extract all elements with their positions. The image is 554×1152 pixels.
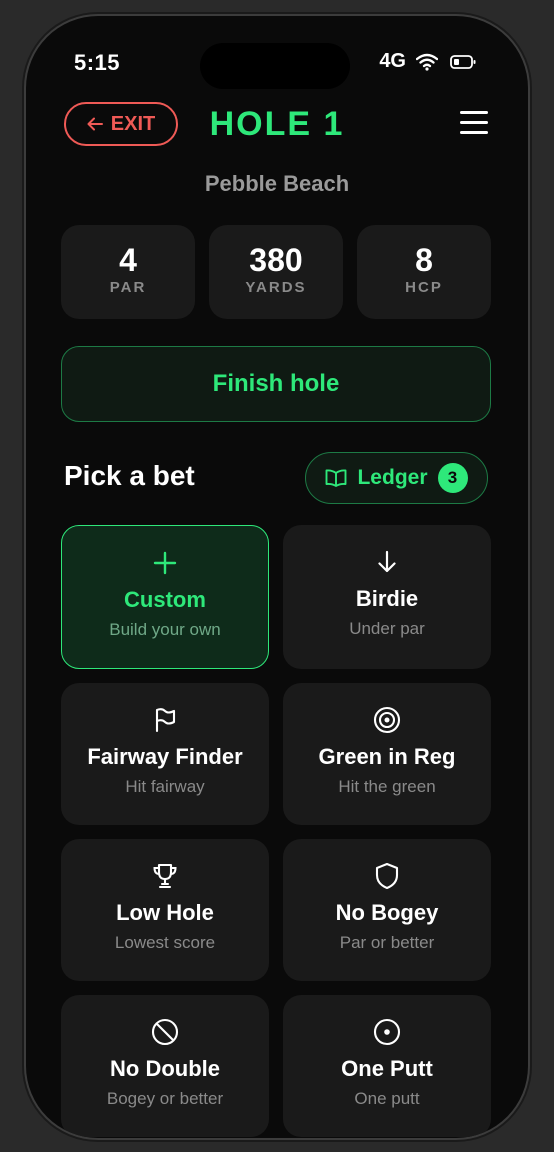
bet-name: Fairway Finder bbox=[87, 744, 243, 769]
bet-subtitle: One putt bbox=[354, 1089, 420, 1108]
bet-subtitle: Bogey or better bbox=[106, 1089, 224, 1108]
ledger-button[interactable]: Ledger 3 bbox=[305, 452, 488, 504]
menu-icon[interactable] bbox=[460, 111, 488, 137]
bet-card-one-putt[interactable]: One Putt One putt bbox=[283, 995, 491, 1137]
pick-bet-heading: Pick a bet bbox=[64, 460, 195, 491]
shield-icon bbox=[375, 862, 399, 890]
screen: 5:15 4G EXIT HOLE 1 Pebble Beach 4 PAR 3… bbox=[26, 16, 528, 1138]
stat-label: YARDS bbox=[245, 279, 307, 296]
stat-value: 8 bbox=[415, 242, 433, 278]
bet-subtitle: Par or better bbox=[339, 933, 435, 952]
bet-card-no-bogey[interactable]: No Bogey Par or better bbox=[283, 839, 491, 981]
network-label: 4G bbox=[379, 50, 406, 72]
ledger-label: Ledger bbox=[357, 466, 428, 489]
bet-subtitle: Build your own bbox=[109, 620, 221, 639]
battery-icon bbox=[450, 55, 476, 69]
bet-card-fairway-finder[interactable]: Fairway Finder Hit fairway bbox=[61, 683, 269, 825]
dynamic-island bbox=[200, 43, 350, 89]
bet-card-green-in-reg[interactable]: Green in Reg Hit the green bbox=[283, 683, 491, 825]
bet-card-no-double[interactable]: No Double Bogey or better bbox=[61, 995, 269, 1137]
arrow-down-icon bbox=[378, 550, 396, 573]
bet-name: No Double bbox=[110, 1056, 220, 1081]
stat-value: 380 bbox=[249, 242, 303, 278]
stat-label: HCP bbox=[405, 279, 443, 296]
stat-value: 4 bbox=[119, 242, 137, 278]
bet-name: One Putt bbox=[341, 1056, 433, 1081]
course-name: Pebble Beach bbox=[204, 171, 350, 196]
ledger-count-badge: 3 bbox=[437, 463, 468, 493]
header: EXIT HOLE 1 bbox=[26, 102, 528, 150]
flag-icon bbox=[155, 708, 176, 733]
bet-subtitle: Lowest score bbox=[114, 933, 216, 952]
status-time: 5:15 bbox=[74, 50, 121, 75]
bet-name: Low Hole bbox=[116, 900, 214, 925]
bet-card-low-hole[interactable]: Low Hole Lowest score bbox=[61, 839, 269, 981]
hole-title: HOLE 1 bbox=[209, 105, 345, 143]
bet-name: Custom bbox=[124, 587, 206, 612]
status-bar: 5:15 4G bbox=[26, 43, 528, 89]
bet-grid: Custom Build your own Birdie Under par F… bbox=[61, 525, 491, 1137]
bet-subtitle: Under par bbox=[349, 619, 425, 638]
bet-subtitle: Hit the green bbox=[338, 777, 436, 796]
stat-yards: 380 YARDS bbox=[209, 225, 343, 319]
bet-card-custom[interactable]: Custom Build your own bbox=[61, 525, 269, 669]
stat-par: 4 PAR bbox=[61, 225, 195, 319]
bet-card-birdie[interactable]: Birdie Under par bbox=[283, 525, 491, 669]
hole-stats: 4 PAR 380 YARDS 8 HCP bbox=[61, 225, 491, 319]
book-open-icon bbox=[326, 469, 347, 487]
stat-hcp: 8 HCP bbox=[357, 225, 491, 319]
bet-subtitle: Hit fairway bbox=[125, 777, 205, 796]
finish-hole-button[interactable]: Finish hole bbox=[61, 346, 491, 422]
target-icon bbox=[373, 706, 401, 734]
bet-name: Green in Reg bbox=[318, 744, 456, 769]
plus-icon bbox=[153, 551, 177, 575]
bet-name: Birdie bbox=[355, 586, 419, 611]
trophy-icon bbox=[153, 863, 177, 889]
ban-icon bbox=[151, 1018, 179, 1046]
phone-frame: 5:15 4G EXIT HOLE 1 Pebble Beach 4 PAR 3… bbox=[26, 16, 528, 1138]
stat-label: PAR bbox=[109, 279, 147, 296]
wifi-icon bbox=[416, 53, 438, 71]
circle-dot-icon bbox=[373, 1018, 401, 1046]
bet-name: No Bogey bbox=[335, 900, 439, 925]
